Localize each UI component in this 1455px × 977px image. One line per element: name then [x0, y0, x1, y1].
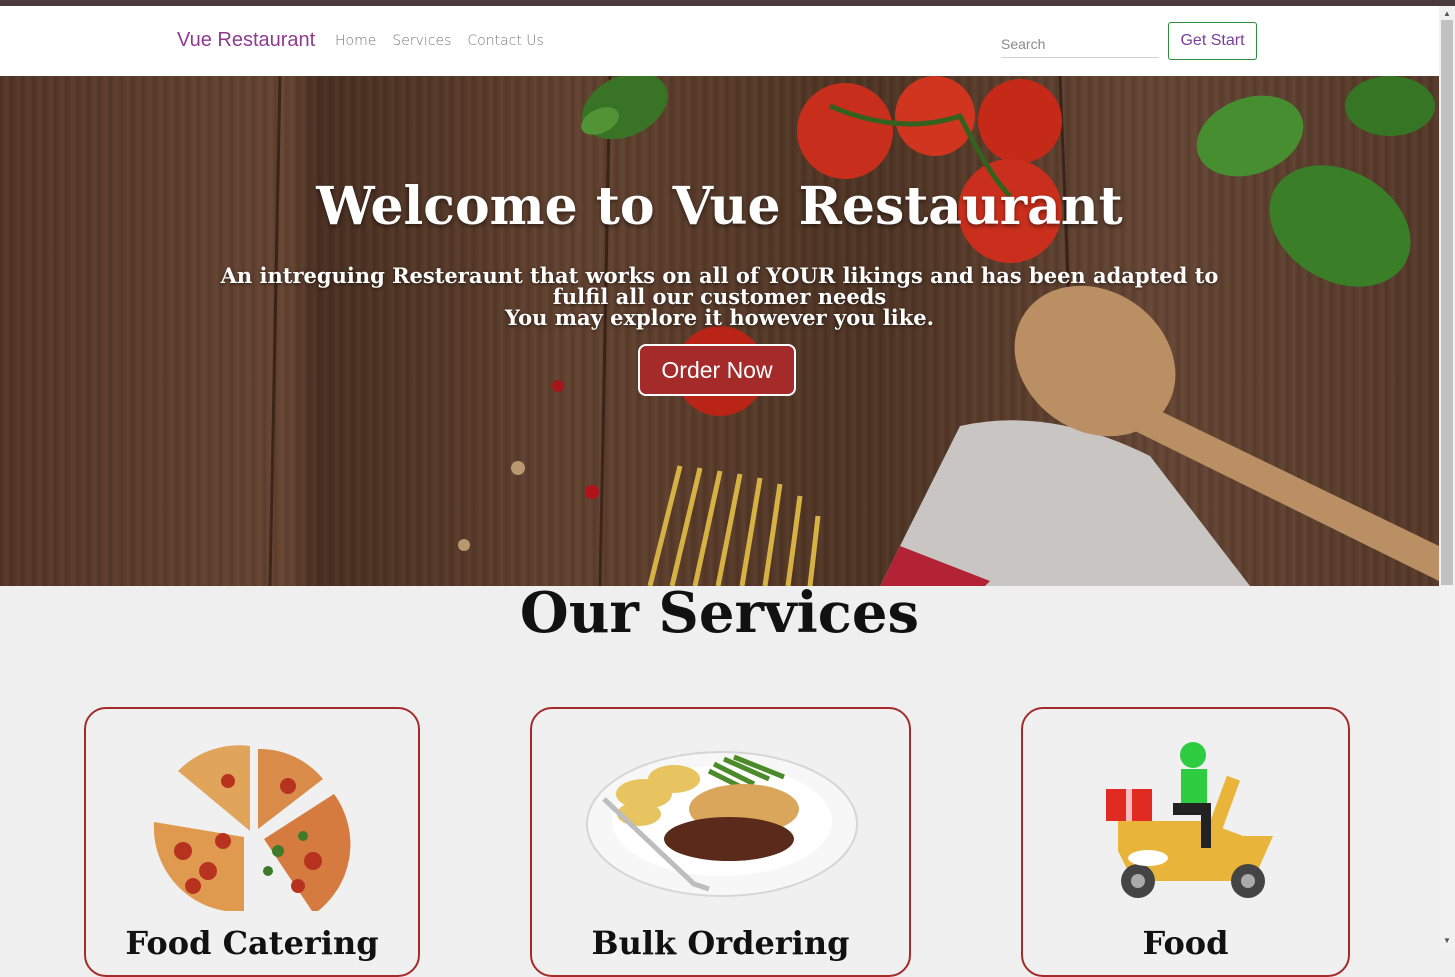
nav-link-home[interactable]: Home	[335, 33, 376, 49]
plated-meal-image	[586, 751, 858, 897]
hero-subtitle-line2: You may explore it however you like.	[505, 305, 934, 330]
card-title-catering: Food Catering	[125, 924, 379, 962]
scroll-up-arrow-icon[interactable]: ▲	[1443, 9, 1451, 18]
service-card-catering[interactable]: Food Catering	[84, 707, 420, 977]
service-card-bulk[interactable]: Bulk Ordering	[530, 707, 911, 977]
delivery-scooter-image	[1106, 742, 1273, 898]
nav-links: Home Services Contact Us	[335, 33, 544, 49]
nav-link-contact[interactable]: Contact Us	[467, 33, 543, 49]
scroll-down-arrow-icon[interactable]: ▼	[1443, 936, 1451, 945]
hero-subtitle: An intreguing Resteraunt that works on a…	[200, 265, 1239, 328]
hero-banner: Welcome to Vue Restaurant An intreguing …	[0, 76, 1439, 586]
navbar: Vue Restaurant Home Services Contact Us …	[0, 6, 1439, 76]
get-start-button[interactable]: Get Start	[1168, 22, 1257, 60]
hero-food-background	[0, 76, 1439, 586]
scrollbar-thumb[interactable]	[1441, 20, 1453, 585]
nav-link-services[interactable]: Services	[392, 33, 451, 49]
card-title-delivery: Food	[1142, 924, 1229, 962]
brand-link[interactable]: Vue Restaurant	[177, 29, 315, 52]
pizza-image	[153, 745, 351, 911]
service-card-delivery[interactable]: Food	[1021, 707, 1350, 977]
hero-title: Welcome to Vue Restaurant	[316, 176, 1123, 237]
order-now-button[interactable]: Order Now	[638, 344, 796, 396]
hero-subtitle-line1: An intreguing Resteraunt that works on a…	[220, 263, 1219, 309]
services-title: Our Services	[519, 580, 920, 646]
search-input[interactable]	[1001, 31, 1159, 58]
card-title-bulk: Bulk Ordering	[591, 924, 850, 962]
